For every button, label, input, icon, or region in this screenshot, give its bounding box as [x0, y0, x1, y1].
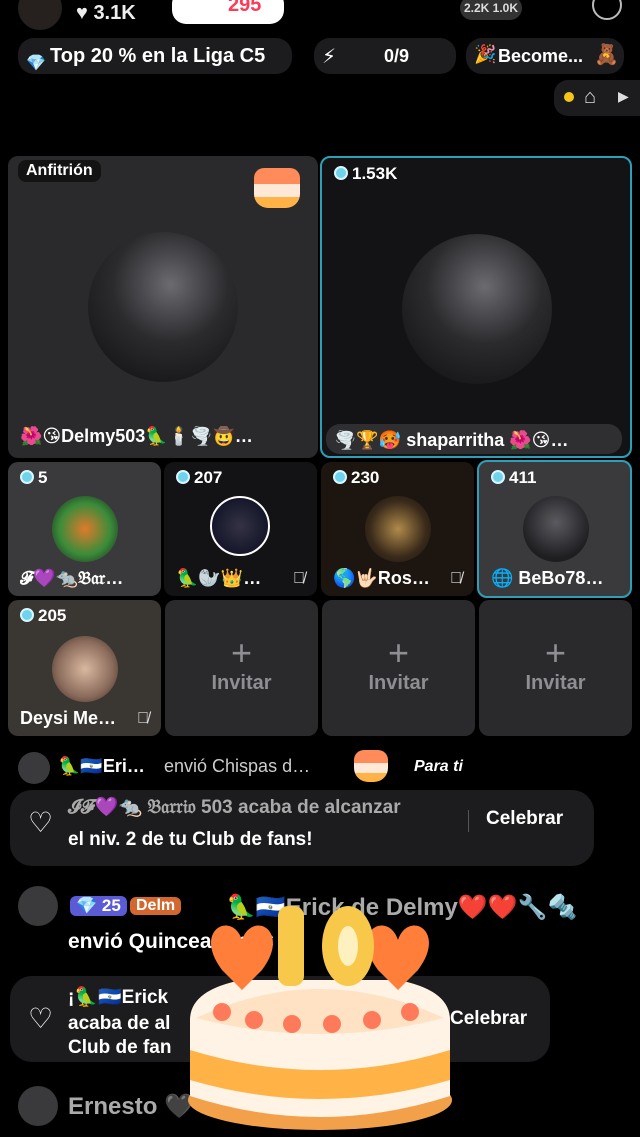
status-dot-icon [564, 92, 574, 102]
guest-tile-5[interactable]: 205 Deysi Me… 🎙̸ [8, 600, 161, 736]
league-label: Top 20 % en la Liga C5 [50, 45, 266, 67]
gem-icon [20, 470, 34, 484]
gift-sender-avatar[interactable] [18, 752, 50, 784]
guest-tile-3[interactable]: 230 🌎🤟🏻Ros… 🎙̸ [321, 462, 474, 596]
plus-icon: + [544, 632, 567, 673]
celebrate-button-2[interactable]: Celebrar [450, 1008, 527, 1030]
home-icon: ⌂ [584, 86, 597, 108]
guest-tile-2[interactable]: 207 🦜🦭👑… 🎙̸ [164, 462, 317, 596]
divider [468, 810, 469, 832]
guest-main-count: 1.53K [334, 164, 397, 184]
guest-tile-4[interactable]: 411 🌐 BeBo78… [477, 460, 632, 598]
fan-badge: Delm [130, 897, 182, 915]
gift-feed-row[interactable]: 🦜🇸🇻Eri… envió Chispas d… [18, 750, 468, 784]
gem-icon [334, 166, 348, 180]
mini-toolbar[interactable]: ⌂ ▶ [554, 80, 640, 116]
top-avatar[interactable] [18, 0, 62, 30]
gem-icon [333, 470, 347, 484]
party-icon: 🎉 [474, 44, 497, 64]
guest-main-count-value: 1.53K [352, 164, 398, 183]
lightning-icon: ⚡ [322, 46, 337, 68]
guest-4-count-value: 411 [509, 468, 537, 487]
guest-2-count: 207 [176, 468, 222, 488]
guest-main-avatar[interactable] [402, 234, 552, 384]
bear-icon: 🧸 [594, 44, 619, 66]
notice-1-line1: 𝓘𝓕💜🐀 𝔅𝔞𝔯𝔯𝔦𝔬 503 acaba de alcanzar [68, 797, 401, 818]
celebrate-button[interactable]: Celebrar [486, 808, 563, 830]
notice-2-line3: Club de fan [68, 1037, 172, 1058]
host-tag: Anfitrión [18, 160, 101, 182]
guest-tile-main[interactable]: 1.53K 🌪️🏆🥵 shaparritha 🌺😘… [320, 156, 632, 458]
guest-4-name: 🌐 BeBo78… [491, 568, 604, 588]
guest-2-name: 🦜🦭👑… [176, 568, 262, 588]
plus-icon: + [230, 632, 253, 673]
guest-5-count-value: 205 [38, 606, 67, 625]
league-pill[interactable]: 💎 Top 20 % en la Liga C5 [18, 38, 292, 74]
become-label: Become... [498, 46, 584, 66]
guest-3-count: 230 [333, 468, 379, 488]
guest-4-avatar[interactable] [523, 496, 589, 562]
para-ti-label: Para ti [414, 758, 463, 775]
mic-off-icon: 🎙̸ [450, 570, 462, 587]
invite-label: Invitar [211, 672, 272, 694]
score-value: 295 [228, 0, 262, 16]
comment-2-avatar[interactable] [18, 1086, 58, 1126]
guest-3-count-value: 230 [351, 468, 380, 487]
progress-value: 0/9 [384, 46, 410, 66]
gift-text: envió Chispas d… [164, 756, 311, 776]
level-value: 25 [101, 896, 121, 915]
chevron-right-icon: ▶ [618, 88, 629, 104]
likes-count: ♥ 3.1K [76, 2, 136, 24]
guest-2-avatar[interactable] [210, 496, 270, 556]
guest-2-count-value: 207 [194, 468, 223, 487]
mic-off-icon: 🎙̸ [293, 570, 305, 587]
host-avatar[interactable] [88, 232, 238, 382]
diamond-icon: 💎 [26, 55, 46, 72]
guest-1-name: 𝓕💜🐀𝔅𝔞𝔯… [20, 568, 124, 588]
invite-tile-1[interactable]: + Invitar [165, 600, 318, 736]
plus-icon: + [387, 632, 410, 673]
gem-icon [491, 470, 505, 484]
cake-gift-icon [254, 168, 300, 208]
guest-3-avatar[interactable] [365, 496, 431, 562]
guest-4-count: 411 [491, 468, 536, 488]
host-name: 🌺😘Delmy503🦜🕯️🌪️🤠… [20, 426, 253, 446]
guest-main-name: 🌪️🏆🥵 shaparritha 🌺😘… [334, 430, 569, 450]
guest-5-count: 205 [20, 606, 66, 626]
guest-1-count: 5 [20, 468, 47, 488]
notice-2-line1: ¡🦜🇸🇻Erick [68, 987, 169, 1008]
guest-tile-1[interactable]: 5 𝓕💜🐀𝔅𝔞𝔯… [8, 462, 161, 596]
cake-gift-icon [354, 750, 388, 782]
guest-5-name: Deysi Me… [20, 708, 117, 728]
progress-pill[interactable]: ⚡ 0/9 [314, 38, 456, 74]
fan-club-notice-1[interactable]: ♡ 𝓘𝓕💜🐀 𝔅𝔞𝔯𝔯𝔦𝔬 503 acaba de alcanzar el n… [10, 790, 594, 866]
comment-2-name: Ernesto 🖤 [68, 1093, 194, 1120]
invite-label: Invitar [368, 672, 429, 694]
invite-tile-3[interactable]: + Invitar [479, 600, 632, 736]
guest-1-avatar[interactable] [52, 496, 118, 562]
guest-3-name: 🌎🤟🏻Ros… [333, 568, 430, 588]
host-tile[interactable]: Anfitrión 🌺😘Delmy503🦜🕯️🌪️🤠… [8, 156, 318, 458]
likes-value: 3.1K [93, 2, 136, 24]
gem-icon [176, 470, 190, 484]
heart-outline-icon: ♡ [28, 1003, 54, 1034]
close-icon[interactable] [592, 0, 622, 20]
notice-1-line2: el niv. 2 de tu Club de fans! [68, 829, 313, 850]
cake-gift-animation [188, 906, 452, 1130]
level-badge: 💎 25 [70, 896, 127, 916]
guest-1-count-value: 5 [38, 468, 48, 487]
comment-1-avatar[interactable] [18, 886, 58, 926]
invite-tile-2[interactable]: + Invitar [322, 600, 475, 736]
notice-2-line2: acaba de al [68, 1013, 171, 1034]
gift-sender-name: 🦜🇸🇻Eri… [58, 756, 145, 776]
heart-outline-icon: ♡ [28, 807, 54, 838]
guest-5-avatar[interactable] [52, 636, 118, 702]
viewer-badge[interactable]: 2.2K 1.0K [460, 0, 522, 20]
gem-icon [20, 608, 34, 622]
mic-off-icon: 🎙̸ [137, 710, 149, 727]
invite-label: Invitar [525, 672, 586, 694]
become-pill[interactable]: 🎉 Become... 🧸 [466, 38, 624, 74]
